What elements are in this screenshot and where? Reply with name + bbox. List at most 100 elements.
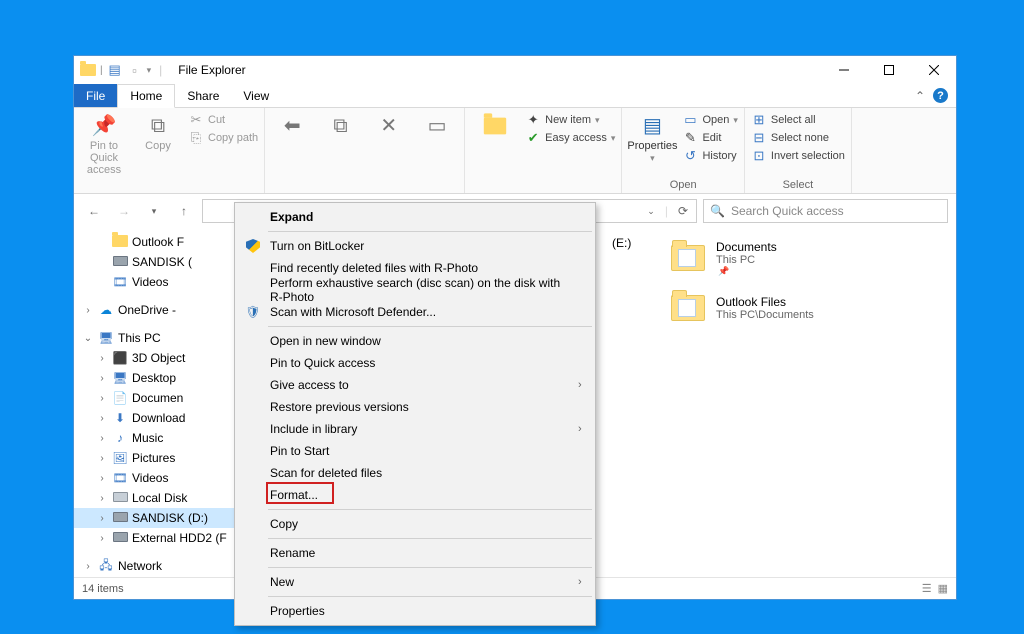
file-item[interactable]: DocumentsThis PC📌 (670, 236, 814, 280)
refresh-icon[interactable]: ⟳ (678, 204, 688, 218)
tree-item[interactable]: ›External HDD2 (F (74, 528, 261, 548)
tree-twisty-icon[interactable]: › (96, 473, 108, 484)
tree-twisty-icon[interactable]: › (96, 353, 108, 364)
tree-item[interactable]: ›⬇Download (74, 408, 261, 428)
close-button[interactable] (911, 56, 956, 84)
tree-item[interactable]: ›Local Disk (74, 488, 261, 508)
tree-twisty-icon[interactable]: › (96, 513, 108, 524)
tree-twisty-icon[interactable]: › (96, 433, 108, 444)
context-menu-item[interactable]: Include in library› (238, 418, 592, 440)
invert-selection-button[interactable]: ⊡Invert selection (751, 148, 845, 164)
copy-button[interactable]: ⧉ Copy (134, 110, 182, 152)
context-menu-item[interactable]: Properties (238, 600, 592, 622)
copy-to-button[interactable]: ⧉ (319, 110, 361, 138)
tree-item[interactable]: ›SANDISK ( (74, 252, 261, 272)
tree-item[interactable]: ›🎞Videos (74, 272, 261, 292)
context-menu-item[interactable]: Give access to› (238, 374, 592, 396)
tree-item[interactable]: ›⬛3D Object (74, 348, 261, 368)
tree-item[interactable]: ›🎞Videos (74, 468, 261, 488)
tree-item[interactable]: ›🖼Pictures (74, 448, 261, 468)
tree-item[interactable]: › SANDISK (D:) (74, 508, 261, 528)
edit-button[interactable]: ✎Edit (682, 130, 737, 146)
details-view-icon[interactable]: ☰ (922, 582, 932, 595)
new-folder-qat-icon[interactable]: ▫ (127, 62, 143, 78)
context-menu-item[interactable]: Open in new window (238, 330, 592, 352)
context-menu-item[interactable]: Copy (238, 513, 592, 535)
context-menu-item[interactable]: New› (238, 571, 592, 593)
help-icon[interactable]: ? (933, 88, 948, 103)
tree-twisty-icon[interactable]: › (96, 453, 108, 464)
properties-qat-icon[interactable]: ▤ (107, 62, 123, 78)
context-menu-item[interactable]: Turn on BitLocker (238, 235, 592, 257)
tab-file[interactable]: File (74, 84, 117, 107)
context-menu-item[interactable]: Restore previous versions (238, 396, 592, 418)
tree-twisty-icon[interactable]: › (96, 277, 108, 288)
properties-button[interactable]: ▤ Properties ▾ (628, 110, 676, 164)
search-box[interactable]: 🔍 Search Quick access (703, 199, 948, 223)
context-menu-item[interactable]: Pin to Quick access (238, 352, 592, 374)
tree-twisty-icon[interactable]: ⌄ (82, 333, 94, 344)
tree-item-label: Music (132, 431, 163, 445)
folder-icon (80, 62, 96, 78)
tree-twisty-icon[interactable]: › (96, 533, 108, 544)
tree-twisty-icon[interactable]: › (96, 393, 108, 404)
context-menu-item[interactable]: Format... (238, 484, 592, 506)
large-icons-view-icon[interactable]: ▦ (938, 582, 948, 595)
tree-twisty-icon[interactable]: › (96, 373, 108, 384)
history-button[interactable]: ↺History (682, 148, 737, 164)
tree-twisty-icon[interactable]: › (96, 493, 108, 504)
tree-item[interactable]: ›Outlook F (74, 232, 261, 252)
context-menu-item[interactable]: Scan for deleted files (238, 462, 592, 484)
new-folder-button[interactable] (471, 110, 519, 138)
address-dropdown-icon[interactable]: ⌄ (647, 206, 655, 217)
context-menu-item[interactable]: Pin to Start (238, 440, 592, 462)
tree-item[interactable]: ›☁OneDrive - (74, 300, 261, 320)
tab-share[interactable]: Share (175, 84, 231, 107)
menu-item-label: Format... (270, 488, 570, 502)
select-none-button[interactable]: ⊟Select none (751, 130, 845, 146)
recent-locations-button[interactable]: ▾ (142, 199, 166, 223)
tree-item[interactable]: ›📄Documen (74, 388, 261, 408)
rename-button[interactable]: ▭ (416, 110, 458, 138)
copy-path-button[interactable]: ⎘Copy path (188, 130, 258, 146)
folder-icon (670, 290, 706, 326)
up-button[interactable]: ↑ (172, 199, 196, 223)
qat-dropdown-icon[interactable]: ▾ (147, 65, 152, 76)
cut-button[interactable]: ✂Cut (188, 112, 258, 128)
item-count: 14 items (82, 583, 124, 595)
tree-item[interactable]: ›♪Music (74, 428, 261, 448)
tree-node-icon (112, 491, 128, 505)
tab-home[interactable]: Home (117, 84, 175, 108)
forward-button[interactable]: → (112, 199, 136, 223)
tree-item[interactable]: ›🖥Desktop (74, 368, 261, 388)
new-item-button[interactable]: ✦New item ▾ (525, 112, 615, 128)
tree-item[interactable]: ⌄🖥This PC (74, 328, 261, 348)
tree-twisty-icon[interactable]: › (82, 561, 94, 572)
folder-icon (670, 240, 706, 276)
tab-view[interactable]: View (231, 84, 281, 107)
tree-item-label: SANDISK (D:) (132, 511, 208, 525)
minimize-button[interactable] (821, 56, 866, 84)
tree-twisty-icon[interactable]: › (96, 257, 108, 268)
tree-twisty-icon[interactable]: › (96, 237, 108, 248)
context-menu-item[interactable]: Perform exhaustive search (disc scan) on… (238, 279, 592, 301)
delete-button[interactable]: ✕ (368, 110, 410, 138)
pin-to-quick-access-button[interactable]: 📌 Pin to Quick access (80, 110, 128, 176)
collapse-ribbon-icon[interactable]: ⌃ (915, 89, 925, 103)
open-button[interactable]: ▭Open ▾ (682, 112, 737, 128)
tree-item[interactable]: ›🖧Network (74, 556, 261, 576)
delete-icon: ✕ (377, 114, 401, 138)
select-all-button[interactable]: ⊞Select all (751, 112, 845, 128)
context-menu-item[interactable]: Expand (238, 206, 592, 228)
tree-node-icon: ⬛ (112, 351, 128, 365)
tree-twisty-icon[interactable]: › (96, 413, 108, 424)
easy-access-button[interactable]: ✔Easy access ▾ (525, 130, 615, 146)
context-menu-item[interactable]: Rename (238, 542, 592, 564)
tree-twisty-icon[interactable]: › (82, 305, 94, 316)
ribbon-group-clipboard: 📌 Pin to Quick access ⧉ Copy ✂Cut ⎘Copy … (74, 108, 265, 193)
file-item[interactable]: Outlook FilesThis PC\Documents (670, 286, 814, 330)
context-menu-item[interactable]: 🛡Scan with Microsoft Defender... (238, 301, 592, 323)
back-button[interactable]: ← (82, 199, 106, 223)
move-to-button[interactable]: ⬅ (271, 110, 313, 138)
maximize-button[interactable] (866, 56, 911, 84)
